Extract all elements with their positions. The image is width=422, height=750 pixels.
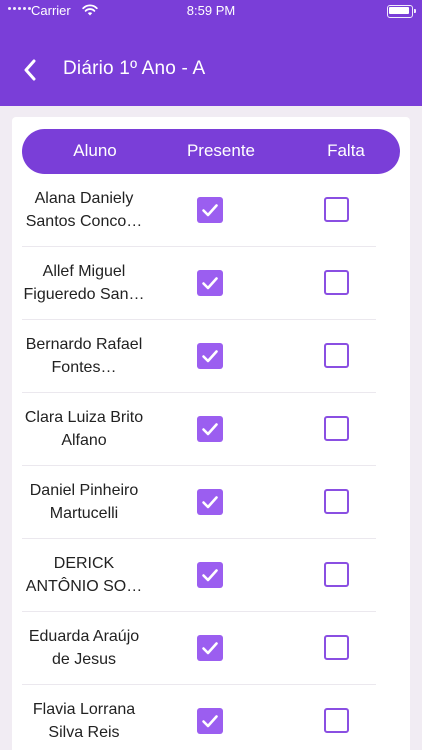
falta-checkbox[interactable] [324,270,349,295]
app-bar: Carrier 8:59 PM Diário 1º Ano - A [0,0,422,106]
falta-checkbox[interactable] [324,197,349,222]
table-row: Clara Luiza Brito Alfano [12,393,410,466]
page-title: Diário 1º Ano - A [63,58,206,79]
checkmark-icon [202,496,218,509]
student-name: Bernardo Rafael Fontes… [25,336,143,376]
presente-checkbox[interactable] [197,635,223,661]
presente-checkbox[interactable] [197,197,223,223]
checkmark-icon [202,569,218,582]
falta-checkbox[interactable] [324,708,349,733]
back-button[interactable] [14,52,46,88]
table-row: DERICK ANTÔNIO SO… [12,539,410,612]
table-row: Bernardo Rafael Fontes… [12,320,410,393]
battery-icon [387,5,416,18]
table-row: Daniel Pinheiro Martucelli [12,466,410,539]
checkmark-icon [202,350,218,363]
attendance-screen: Carrier 8:59 PM Diário 1º Ano - A Aluno … [0,0,422,750]
presente-checkbox[interactable] [197,562,223,588]
table-row: Flavia Lorrana Silva Reis [12,685,410,750]
presente-checkbox[interactable] [197,708,223,734]
presente-checkbox[interactable] [197,343,223,369]
checkmark-icon [202,715,218,728]
attendance-card: Aluno Presente Falta Alana Daniely Santo… [12,117,410,750]
column-header-falta: Falta [327,141,365,160]
presente-checkbox[interactable] [197,270,223,296]
table-row: Allef Miguel Figueredo San… [12,247,410,320]
falta-checkbox[interactable] [324,416,349,441]
status-time: 8:59 PM [186,3,236,18]
presente-checkbox[interactable] [197,416,223,442]
checkmark-icon [202,277,218,290]
student-name: DERICK ANTÔNIO SO… [25,555,143,595]
table-row: Eduarda Araújo de Jesus [12,612,410,685]
table-row: Alana Daniely Santos Conco… [12,174,410,247]
student-name: Flavia Lorrana Silva Reis [32,701,136,741]
falta-checkbox[interactable] [324,562,349,587]
checkmark-icon [202,642,218,655]
falta-checkbox[interactable] [324,489,349,514]
falta-checkbox[interactable] [324,343,349,368]
status-bar: Carrier 8:59 PM [0,0,422,24]
student-name: Eduarda Araújo de Jesus [28,628,140,668]
student-name: Allef Miguel Figueredo San… [23,263,145,303]
student-name: Clara Luiza Brito Alfano [24,409,144,449]
column-header-presente: Presente [186,141,256,160]
chevron-left-icon [24,59,36,81]
presente-checkbox[interactable] [197,489,223,515]
column-header-aluno: Aluno [73,141,117,160]
checkmark-icon [202,204,218,217]
student-name: Daniel Pinheiro Martucelli [29,482,139,522]
student-name: Alana Daniely Santos Conco… [25,190,143,230]
table-header: Aluno Presente Falta [22,129,400,174]
checkmark-icon [202,423,218,436]
falta-checkbox[interactable] [324,635,349,660]
